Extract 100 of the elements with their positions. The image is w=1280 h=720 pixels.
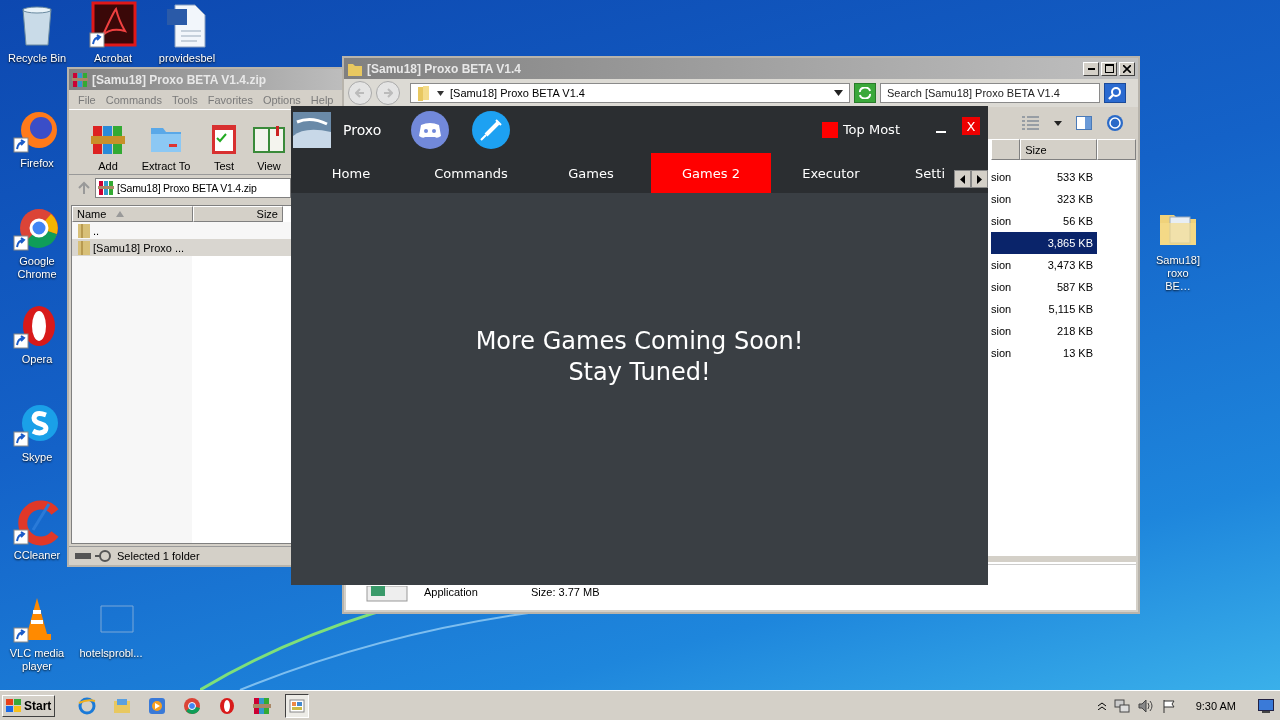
status-text: Selected 1 folder: [117, 550, 200, 562]
browser-icon: [78, 696, 97, 715]
sort-arrow-icon: [116, 211, 125, 217]
tab[interactable]: Executor: [771, 153, 891, 193]
tab[interactable]: Games: [531, 153, 651, 193]
app-icon[interactable]: [13, 498, 61, 546]
caret-icon: [437, 90, 444, 96]
refresh-icon: [858, 87, 872, 99]
column-header[interactable]: Size: [193, 206, 283, 222]
pdf-icon[interactable]: [89, 1, 137, 49]
file-row[interactable]: sion 13 KB: [991, 342, 1097, 364]
file-row[interactable]: sion 323 KB: [991, 188, 1097, 210]
icon-label: Samu18] roxo BE…: [1155, 254, 1201, 293]
icon-label: CCleaner: [13, 549, 61, 562]
app-title: Proxo: [343, 121, 382, 138]
folder-icon: [78, 240, 90, 255]
left-arrow-icon: [960, 174, 965, 184]
file-row[interactable]: sion 3,473 KB: [991, 254, 1097, 276]
syringe-icon[interactable]: [472, 110, 511, 149]
tab[interactable]: Setti: [891, 153, 971, 193]
dropdown-caret-icon: [834, 90, 843, 96]
archive-icon: [253, 696, 272, 715]
file-type: Application: [424, 586, 479, 598]
taskbar-button[interactable]: [285, 693, 310, 718]
logo-icon: [293, 111, 331, 148]
checkbox-label[interactable]: Top Most: [842, 122, 900, 137]
minimize-button[interactable]: [1083, 61, 1099, 76]
file-row[interactable]: sion 56 KB: [991, 210, 1097, 232]
message-text: Stay Tuned!: [568, 357, 711, 388]
folder-icon: [113, 696, 132, 715]
drive-icon: [73, 550, 113, 562]
archive-icon: [72, 71, 88, 88]
search-field[interactable]: Search [Samu18] Proxo BETA V1.4: [880, 83, 1100, 103]
search-icon: [1108, 86, 1122, 100]
scroll-right-button[interactable]: [971, 170, 988, 188]
window-icon: [288, 696, 307, 715]
address-field[interactable]: [Samu18] Proxo BETA V1.4: [410, 83, 850, 103]
file-row[interactable]: sion 5,115 KB: [991, 298, 1097, 320]
file-row[interactable]: sion 218 KB: [991, 320, 1097, 342]
toolbar-button[interactable]: Test: [199, 122, 249, 172]
show-desktop-icon[interactable]: [1258, 698, 1274, 713]
refresh-button[interactable]: [854, 83, 876, 103]
column-header[interactable]: Name: [72, 206, 193, 222]
checkbox[interactable]: [821, 121, 838, 138]
archive-icon: [98, 180, 114, 196]
help-icon[interactable]: [1106, 114, 1124, 132]
column-header[interactable]: [991, 139, 1021, 160]
icon-label: Skype: [21, 451, 53, 464]
icon-label: Recycle Bin: [7, 52, 67, 65]
scroll-left-button[interactable]: [954, 170, 971, 188]
app-icon: [183, 696, 202, 715]
start-button[interactable]: Start: [2, 694, 56, 717]
icon-label: hotelsprobl...: [79, 647, 143, 660]
close-button[interactable]: [1119, 61, 1135, 76]
icon-label: Opera: [21, 353, 53, 366]
tab[interactable]: Commands: [411, 153, 531, 193]
folder-icon: [417, 85, 431, 101]
icon-label: Firefox: [20, 157, 54, 170]
column-header[interactable]: [1097, 139, 1136, 160]
folder-icon: [78, 223, 90, 238]
dropdown-caret-icon[interactable]: [1054, 120, 1062, 126]
tab[interactable]: Games 2: [651, 153, 771, 193]
maximize-icon: [1104, 64, 1114, 73]
controller-icon[interactable]: [411, 110, 450, 149]
toolbar-button[interactable]: Add: [83, 122, 133, 172]
toolbar-button[interactable]: Extract To: [133, 122, 199, 172]
speaker-icon[interactable]: [1137, 698, 1154, 713]
file-row[interactable]: sion 587 KB: [991, 276, 1097, 298]
icon-label: Google Chrome: [16, 255, 58, 281]
forward-arrow-icon: [383, 88, 393, 98]
close-button[interactable]: X: [962, 117, 980, 135]
minimize-icon[interactable]: [936, 131, 946, 134]
preview-pane-icon[interactable]: [1076, 116, 1092, 130]
column-header[interactable]: Size: [1020, 139, 1098, 160]
windows-logo-icon: [6, 698, 22, 713]
network-icon[interactable]: [1113, 698, 1130, 713]
file-row[interactable]: ..: [72, 222, 291, 239]
application-icon: [366, 586, 408, 602]
icon-label: providesbel: [158, 52, 216, 65]
window-title: [Samu18] Proxo BETA V1.4: [367, 61, 523, 76]
window-title: [Samu18] Proxo BETA V1.4.zip: [92, 72, 268, 87]
app-icon: [218, 696, 237, 715]
play-icon: [148, 696, 167, 715]
search-button[interactable]: [1104, 83, 1126, 103]
flag-icon[interactable]: [1161, 698, 1176, 713]
right-arrow-icon: [977, 174, 982, 184]
tab[interactable]: Home: [291, 153, 411, 193]
chevron-up-icon[interactable]: [1097, 701, 1106, 710]
back-arrow-icon: [355, 88, 365, 98]
icon-label: VLC media player: [8, 647, 66, 673]
minimize-icon: [1087, 67, 1095, 70]
toolbar-button[interactable]: View: [249, 122, 289, 172]
maximize-button[interactable]: [1101, 61, 1117, 76]
file-size: Size: 3.77 MB: [531, 586, 600, 598]
file-row[interactable]: sion 533 KB: [991, 166, 1097, 188]
file-row[interactable]: [Samu18] Proxo ...: [72, 239, 291, 256]
close-icon: [1123, 64, 1131, 73]
file-row[interactable]: 3,865 KB: [991, 232, 1097, 254]
path-field[interactable]: [Samu18] Proxo BETA V1.4.zip: [95, 178, 291, 198]
clock: 9:30 AM: [1195, 699, 1236, 712]
